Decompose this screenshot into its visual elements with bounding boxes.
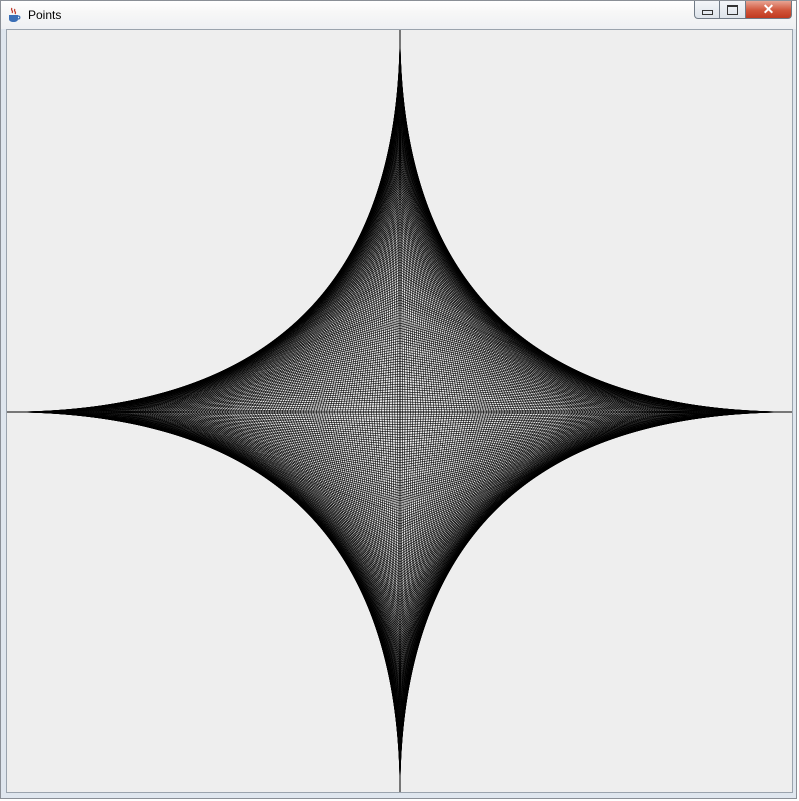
- window-title: Points: [28, 8, 62, 22]
- close-button[interactable]: ✕: [746, 1, 792, 19]
- minimize-icon: [701, 9, 713, 15]
- maximize-icon: [727, 4, 738, 15]
- title-bar[interactable]: Points ✕: [1, 1, 796, 29]
- maximize-button[interactable]: [720, 1, 746, 19]
- close-icon: ✕: [762, 1, 775, 17]
- minimize-button[interactable]: [694, 1, 720, 19]
- drawing-panel: [6, 29, 793, 793]
- astroid-drawing: [7, 30, 792, 792]
- java-cup-icon[interactable]: [6, 7, 22, 23]
- app-window: Points ✕: [0, 0, 797, 799]
- window-controls: ✕: [694, 1, 792, 20]
